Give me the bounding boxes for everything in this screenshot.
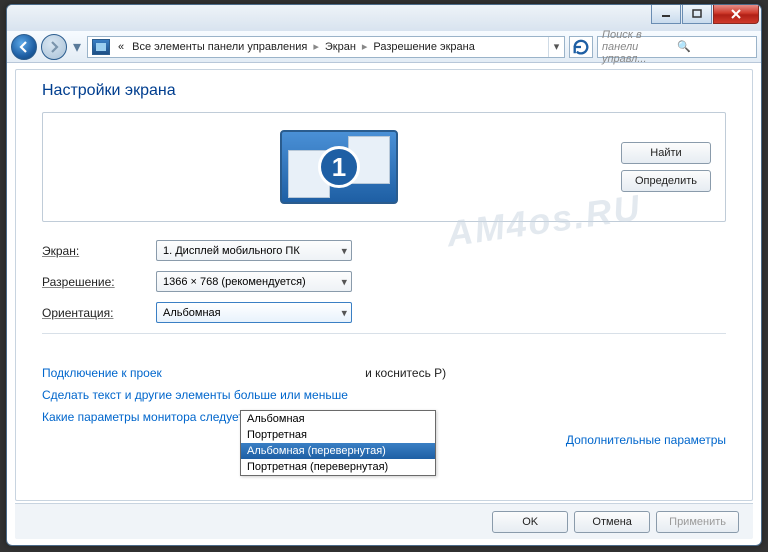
screen-row: Экран: 1. Дисплей мобильного ПК▾ (42, 240, 726, 261)
content-area: Настройки экрана 1 Найти Определить Экра… (15, 69, 753, 501)
chevron-down-icon: ▾ (341, 275, 347, 288)
back-button[interactable] (11, 34, 37, 60)
search-placeholder: Поиск в панели управл... (602, 29, 677, 65)
page-title: Настройки экрана (42, 82, 726, 100)
ok-button[interactable]: OK (492, 511, 568, 533)
orientation-option[interactable]: Портретная (перевернутая) (241, 459, 435, 475)
breadcrumb-item[interactable]: Экран (321, 41, 360, 53)
orientation-select[interactable]: Альбомная▾ (156, 302, 352, 323)
projector-suffix: и коснитесь P) (365, 366, 446, 380)
forward-button[interactable] (41, 34, 67, 60)
chevron-right-icon (311, 40, 321, 53)
address-dropdown[interactable]: ▾ (548, 37, 564, 57)
address-bar[interactable]: « Все элементы панели управления Экран Р… (87, 36, 565, 58)
nav-history-dropdown[interactable]: ▾ (71, 38, 83, 56)
titlebar (7, 5, 761, 31)
divider (42, 333, 726, 334)
orientation-label: Ориентация: (42, 306, 156, 320)
breadcrumb-item[interactable]: Разрешение экрана (369, 41, 478, 53)
control-panel-icon (92, 39, 110, 55)
button-bar: OK Отмена Применить (15, 503, 753, 539)
advanced-settings-link[interactable]: Дополнительные параметры (566, 433, 726, 447)
control-panel-window: ▾ « Все элементы панели управления Экран… (6, 4, 762, 546)
display-preview-panel: 1 Найти Определить (42, 112, 726, 222)
minimize-button[interactable] (651, 5, 681, 24)
projector-link[interactable]: Подключение к проек (42, 366, 162, 380)
screen-select[interactable]: 1. Дисплей мобильного ПК▾ (156, 240, 352, 261)
search-icon[interactable]: 🔍 (677, 40, 752, 53)
close-button[interactable] (713, 5, 759, 24)
orientation-option[interactable]: Альбомная (перевернутая) (241, 443, 435, 459)
chevron-down-icon: ▾ (341, 244, 347, 257)
resolution-select[interactable]: 1366 × 768 (рекомендуется)▾ (156, 271, 352, 292)
text-size-link[interactable]: Сделать текст и другие элементы больше и… (42, 388, 726, 402)
orientation-row: Ориентация: Альбомная▾ (42, 302, 726, 323)
screen-label: Экран: (42, 244, 156, 258)
apply-button[interactable]: Применить (656, 511, 739, 533)
resolution-label: Разрешение: (42, 275, 156, 289)
resolution-row: Разрешение: 1366 × 768 (рекомендуется)▾ (42, 271, 726, 292)
orientation-option[interactable]: Альбомная (241, 411, 435, 427)
chevron-right-icon (360, 40, 370, 53)
breadcrumb-item[interactable]: Все элементы панели управления (128, 41, 311, 53)
maximize-button[interactable] (682, 5, 712, 24)
breadcrumb-prefix: « (114, 41, 128, 53)
refresh-button[interactable] (569, 36, 593, 58)
chevron-down-icon: ▾ (341, 306, 347, 319)
monitor-number: 1 (318, 146, 360, 188)
orientation-option[interactable]: Портретная (241, 427, 435, 443)
navbar: ▾ « Все элементы панели управления Экран… (7, 31, 761, 63)
find-button[interactable]: Найти (621, 142, 711, 164)
monitor-preview[interactable]: 1 (57, 130, 621, 204)
cancel-button[interactable]: Отмена (574, 511, 650, 533)
search-input[interactable]: Поиск в панели управл... 🔍 (597, 36, 757, 58)
orientation-dropdown: Альбомная Портретная Альбомная (переверн… (240, 410, 436, 476)
detect-button[interactable]: Определить (621, 170, 711, 192)
